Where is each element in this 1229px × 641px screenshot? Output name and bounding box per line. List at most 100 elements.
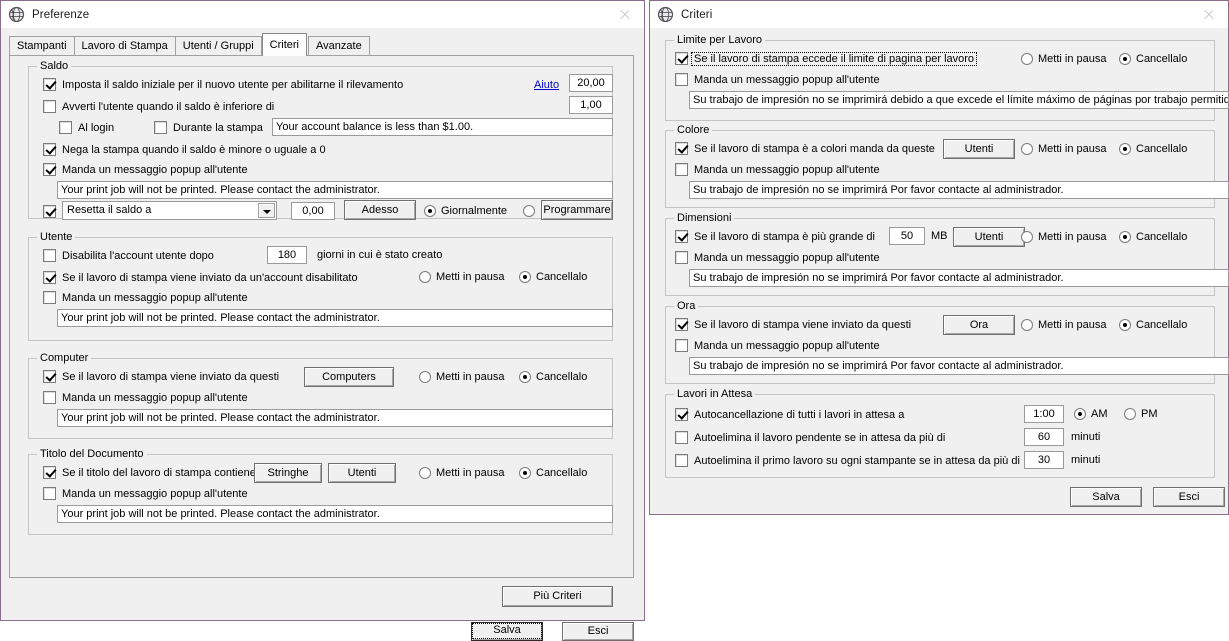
- radio-utente-pausa[interactable]: [419, 271, 431, 283]
- checkbox-autoelimina-primo[interactable]: [675, 454, 688, 467]
- checkbox-limite-eccede-label: Se il lavoro di stampa eccede il limite …: [690, 51, 978, 66]
- row-imposta-saldo: Imposta il saldo iniziale per il nuovo u…: [43, 78, 403, 91]
- checkbox-popup-titolo[interactable]: [43, 487, 56, 500]
- preferenze-esci-button-label: Esci: [587, 625, 609, 637]
- preferenze-esci-button[interactable]: Esci: [562, 622, 634, 641]
- stringhe-button-label: Stringhe: [267, 467, 309, 479]
- input-giorni[interactable]: 180: [267, 246, 307, 264]
- group-saldo-legend: Saldo: [37, 60, 72, 72]
- checkbox-limite-eccede[interactable]: [675, 52, 688, 65]
- criteri-salva-button[interactable]: Salva: [1070, 487, 1142, 507]
- row-colore-pausa: Metti in pausa: [1021, 143, 1106, 155]
- stringhe-button[interactable]: Stringhe: [254, 463, 322, 483]
- radio-ora-cancella[interactable]: [1119, 319, 1131, 331]
- checkbox-colore-lavoro[interactable]: [675, 142, 688, 155]
- radio-colore-cancella[interactable]: [1119, 143, 1131, 155]
- tab-stampanti[interactable]: Stampanti: [9, 36, 75, 55]
- checkbox-popup-utente[interactable]: [43, 291, 56, 304]
- input-minuti-primo[interactable]: 30: [1024, 451, 1064, 469]
- checkbox-limite-popup[interactable]: [675, 73, 688, 86]
- criteri-tabpage: Saldo Imposta il saldo iniziale per il n…: [9, 55, 634, 607]
- close-icon[interactable]: [614, 6, 636, 24]
- preferenze-title: Preferenze: [32, 8, 90, 21]
- input-ora-autocancellazione[interactable]: 1:00: [1024, 405, 1064, 423]
- checkbox-autocancellazione[interactable]: [675, 408, 688, 421]
- radio-titolo-cancella[interactable]: [519, 467, 531, 479]
- criteri-titlebar: Criteri: [650, 1, 1228, 28]
- input-warn-message[interactable]: Your account balance is less than $1.00.: [272, 118, 613, 136]
- checkbox-autoelimina-pendente[interactable]: [675, 431, 688, 444]
- row-computer-lavoro: Se il lavoro di stampa viene inviato da …: [43, 370, 279, 383]
- checkbox-al-login[interactable]: [59, 121, 72, 134]
- checkbox-popup-saldo[interactable]: [43, 163, 56, 176]
- input-dimensioni-popup-message[interactable]: Su trabajo de impresión no se imprimirá …: [689, 269, 1229, 287]
- tab-lavoro-di-stampa[interactable]: Lavoro di Stampa: [73, 36, 176, 55]
- titolo-utenti-button-label: Utenti: [347, 467, 377, 479]
- radio-titolo-pausa[interactable]: [419, 467, 431, 479]
- checkbox-ora-inviato[interactable]: [675, 318, 688, 331]
- tab-utenti-gruppi[interactable]: Utenti / Gruppi: [174, 36, 262, 55]
- checkbox-popup-computer[interactable]: [43, 391, 56, 404]
- radio-programmare[interactable]: [523, 205, 535, 217]
- checkbox-ora-popup[interactable]: [675, 339, 688, 352]
- tab-avanzate[interactable]: Avanzate: [308, 36, 370, 55]
- preferenze-salva-button[interactable]: Salva: [471, 622, 543, 641]
- checkbox-durante-stampa[interactable]: [154, 121, 167, 134]
- radio-computer-pausa[interactable]: [419, 371, 431, 383]
- input-popup-titolo-message[interactable]: Your print job will not be printed. Plea…: [57, 505, 613, 523]
- input-resetta-valore[interactable]: 0,00: [291, 202, 335, 220]
- checkbox-lavoro-disabilitato[interactable]: [43, 271, 56, 284]
- radio-dimensioni-pausa[interactable]: [1021, 231, 1033, 243]
- computers-button[interactable]: Computers: [304, 367, 394, 387]
- input-saldo-soglia[interactable]: 1,00: [569, 96, 613, 114]
- radio-am[interactable]: [1074, 408, 1086, 420]
- titolo-utenti-button[interactable]: Utenti: [328, 463, 396, 483]
- input-minuti-pendente[interactable]: 60: [1024, 428, 1064, 446]
- dimensioni-utenti-button[interactable]: Utenti: [953, 227, 1025, 247]
- radio-computer-cancella[interactable]: [519, 371, 531, 383]
- close-icon[interactable]: [1198, 6, 1220, 24]
- input-popup-computer-message[interactable]: Your print job will not be printed. Plea…: [57, 409, 613, 427]
- chevron-down-icon[interactable]: [258, 203, 275, 218]
- checkbox-titolo-contiene[interactable]: [43, 466, 56, 479]
- checkbox-nega-stampa-label: Nega la stampa quando il saldo è minore …: [62, 143, 326, 156]
- input-popup-saldo-message[interactable]: Your print job will not be printed. Plea…: [57, 181, 613, 199]
- radio-giornalmente[interactable]: [424, 205, 436, 217]
- aiuto-link[interactable]: Aiuto: [534, 79, 559, 91]
- input-dimensione-mb[interactable]: 50: [889, 227, 925, 245]
- checkbox-avverti-utente[interactable]: [43, 100, 56, 113]
- radio-utente-cancella[interactable]: [519, 271, 531, 283]
- colore-utenti-button[interactable]: Utenti: [943, 139, 1015, 159]
- checkbox-computer-lavoro[interactable]: [43, 370, 56, 383]
- radio-dimensioni-cancella[interactable]: [1119, 231, 1131, 243]
- radio-limite-pausa[interactable]: [1021, 53, 1033, 65]
- programmare-button[interactable]: Programmare: [541, 200, 613, 220]
- checkbox-dimensioni-popup[interactable]: [675, 251, 688, 264]
- row-giornalmente: Giornalmente: [424, 205, 507, 217]
- radio-limite-cancella[interactable]: [1119, 53, 1131, 65]
- checkbox-computer-lavoro-label: Se il lavoro di stampa viene inviato da …: [62, 370, 280, 383]
- combo-resetta-saldo[interactable]: Resetta il saldo a: [62, 201, 277, 220]
- criteri-esci-button[interactable]: Esci: [1153, 487, 1225, 507]
- checkbox-imposta-saldo[interactable]: [43, 78, 56, 91]
- radio-colore-pausa[interactable]: [1021, 143, 1033, 155]
- checkbox-resetta-saldo[interactable]: [43, 205, 56, 218]
- checkbox-disabilita-account[interactable]: [43, 249, 56, 262]
- input-colore-popup-message[interactable]: Su trabajo de impresión no se imprimirá …: [689, 181, 1229, 199]
- radio-ora-pausa[interactable]: [1021, 319, 1033, 331]
- tab-criteri[interactable]: Criteri: [261, 33, 308, 56]
- radio-pm[interactable]: [1124, 408, 1136, 420]
- input-popup-utente-message[interactable]: Your print job will not be printed. Plea…: [57, 309, 613, 327]
- minuti-pendente-label: minuti: [1071, 431, 1101, 443]
- row-dimensioni-pausa: Metti in pausa: [1021, 231, 1106, 243]
- checkbox-nega-stampa[interactable]: [43, 143, 56, 156]
- input-limite-popup-message[interactable]: Su trabajo de impresión no se imprimirá …: [689, 91, 1229, 109]
- checkbox-disabilita-account-label: Disabilita l'account utente dopo: [62, 249, 214, 262]
- input-ora-popup-message[interactable]: Su trabajo de impresión no se imprimirá …: [689, 357, 1229, 375]
- adesso-button[interactable]: Adesso: [344, 200, 416, 220]
- piu-criteri-button[interactable]: Più Criteri: [502, 586, 613, 607]
- checkbox-colore-popup[interactable]: [675, 163, 688, 176]
- ora-button[interactable]: Ora: [943, 315, 1015, 335]
- input-saldo-iniziale[interactable]: 20,00: [569, 74, 613, 92]
- checkbox-dimensioni-grande[interactable]: [675, 230, 688, 243]
